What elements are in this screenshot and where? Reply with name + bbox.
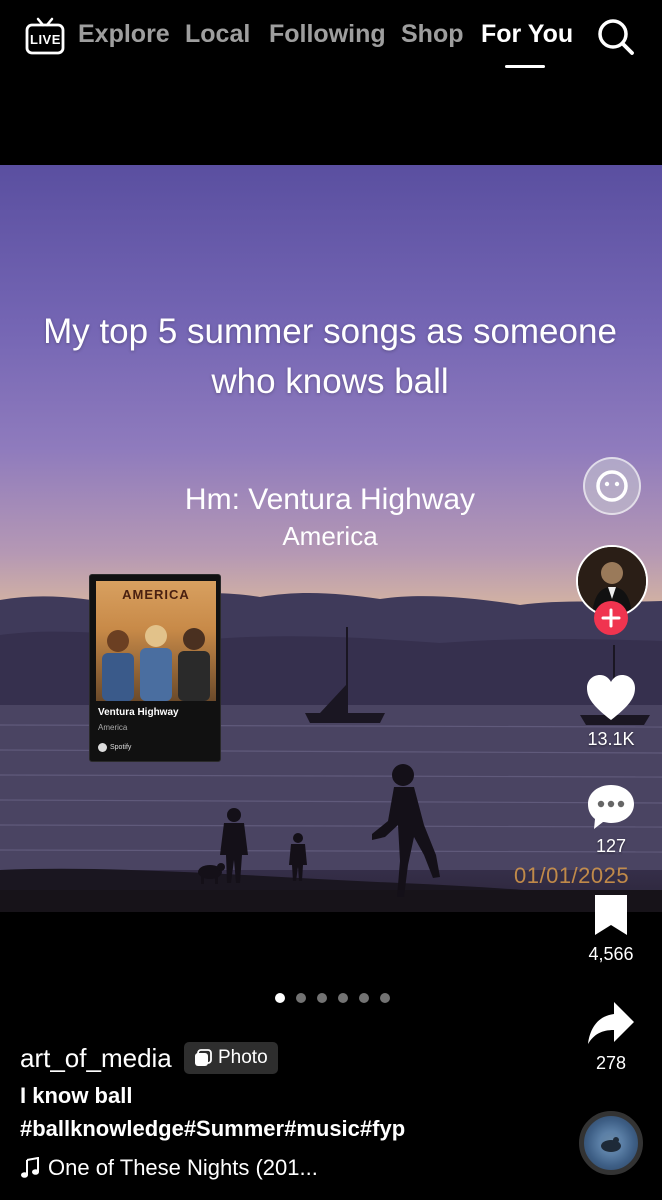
share-action[interactable]: 278 [575, 1000, 647, 1074]
like-count: 13.1K [587, 729, 635, 749]
tab-following[interactable]: Following [269, 20, 386, 49]
comment-action[interactable]: 127 [575, 783, 647, 857]
save-count: 4,566 [588, 944, 634, 964]
music-disc[interactable] [579, 1111, 643, 1175]
follow-button[interactable] [594, 601, 628, 635]
carousel-dot[interactable] [380, 993, 390, 1003]
spotify-logo: Spotify [98, 743, 131, 752]
music-note-icon [21, 1157, 39, 1178]
plus-icon [601, 608, 621, 628]
tab-for-you[interactable]: For You [481, 20, 573, 49]
active-tab-indicator [505, 65, 545, 68]
spotify-track-card[interactable]: AMERICA Ventura Highway America Spotify [89, 574, 221, 762]
overlay-title: My top 5 summer songs as someone who kno… [43, 312, 617, 401]
share-count: 278 [595, 1053, 627, 1073]
carousel-dot[interactable] [359, 993, 369, 1003]
tab-explore[interactable]: Explore [78, 20, 170, 49]
comment-count: 127 [595, 836, 627, 856]
music-info[interactable]: One of These Nights (201... [20, 1155, 318, 1181]
date-stamp: 01/01/2025 [514, 863, 630, 888]
spotify-label: Spotify [110, 744, 132, 751]
post-hashtags[interactable]: #ballknowledge#Summer#music#fyp [20, 1116, 405, 1142]
like-action[interactable]: 13.1K [575, 674, 647, 750]
heart-icon[interactable] [585, 674, 637, 722]
reaction-face-icon [596, 470, 628, 502]
carousel-dot[interactable] [296, 993, 306, 1003]
search-icon[interactable] [596, 17, 636, 57]
post-photo[interactable]: My top 5 summer songs as someone who kno… [0, 165, 662, 912]
author-username[interactable]: art_of_media [20, 1043, 172, 1074]
photo-badge: Photo [184, 1042, 278, 1074]
carousel-dot[interactable] [338, 993, 348, 1003]
reaction-button[interactable] [583, 457, 641, 515]
overlay-artist: America [282, 521, 378, 551]
music-title: One of These Nights (201... [48, 1155, 318, 1180]
carousel-dot[interactable] [317, 993, 327, 1003]
card-artist-name: America [98, 723, 128, 732]
carousel-dot[interactable] [275, 993, 285, 1003]
photo-icon [195, 1049, 212, 1066]
top-navigation: LIVE Explore Local Following Shop For Yo… [0, 0, 662, 80]
spotify-icon [98, 743, 107, 752]
tab-local[interactable]: Local [185, 20, 250, 49]
save-action[interactable]: 4,566 [575, 893, 647, 965]
live-label: LIVE [30, 32, 61, 47]
card-track-name: Ventura Highway [98, 707, 179, 718]
album-art: AMERICA [96, 581, 216, 701]
photo-badge-label: Photo [218, 1047, 268, 1068]
overlay-song: Hm: Ventura Highway [184, 483, 476, 516]
bookmark-icon[interactable] [591, 893, 631, 937]
live-tv-icon[interactable]: LIVE [24, 16, 66, 56]
comment-icon[interactable] [586, 783, 636, 831]
tab-shop[interactable]: Shop [401, 20, 464, 49]
carousel-indicator [275, 993, 390, 1003]
share-arrow-icon[interactable] [586, 1000, 636, 1046]
post-caption: I know ball [20, 1083, 133, 1108]
